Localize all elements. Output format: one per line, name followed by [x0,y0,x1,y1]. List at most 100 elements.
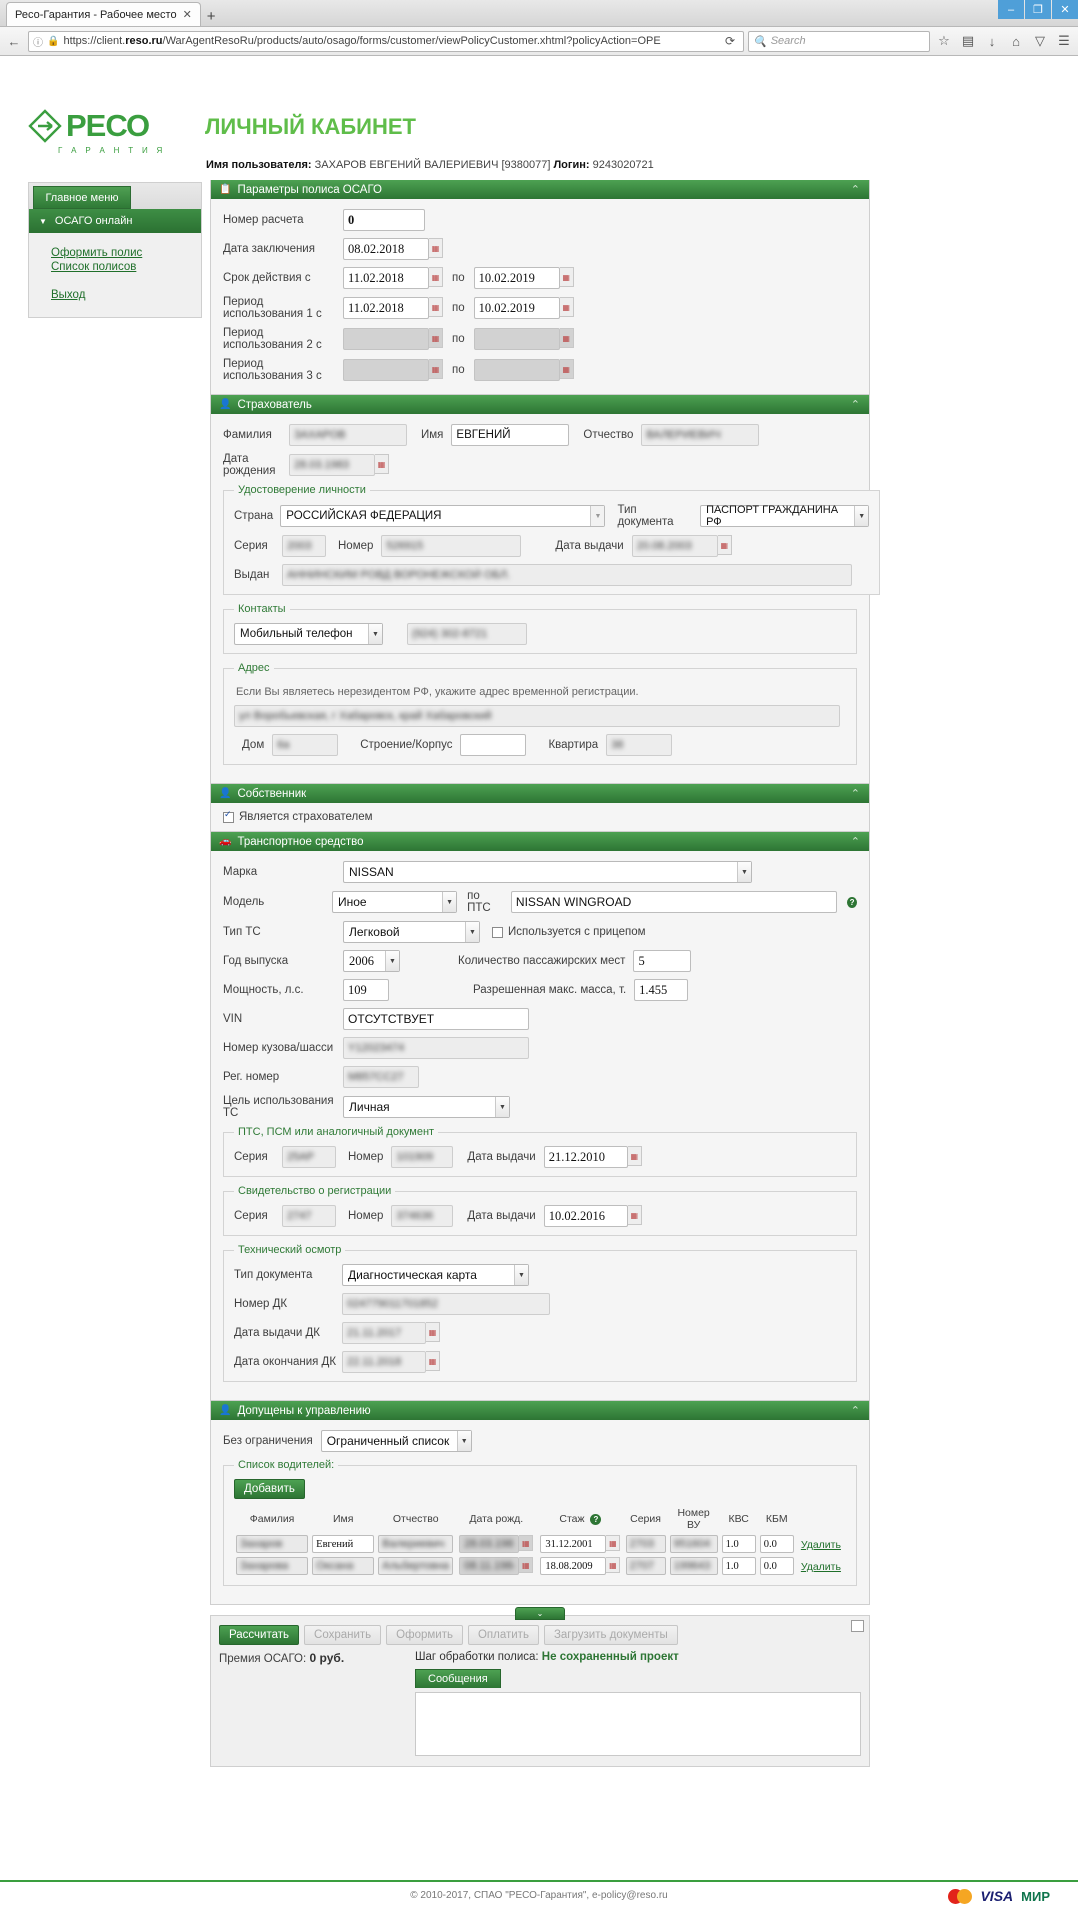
home-icon[interactable]: ⌂ [1006,31,1026,51]
reg-number-field[interactable]: М857СС27 [343,1066,419,1088]
main-menu-button[interactable]: Главное меню [33,186,131,209]
driver-patronymic-field[interactable]: Валериевич [378,1535,454,1553]
year-select[interactable]: 2006 ▼ [343,950,400,972]
close-icon[interactable]: ✕ [183,8,192,21]
messages-tab[interactable]: Сообщения [415,1669,501,1688]
browser-tab[interactable]: Ресо-Гарантия - Рабочее место ✕ [6,2,201,26]
name-field[interactable]: ЕВГЕНИЙ [451,424,570,446]
calendar-icon[interactable]: ▦ [429,267,443,287]
driver-name-field[interactable]: Оксана [312,1557,375,1575]
phone-field[interactable]: (924) 302-8721 [407,623,527,645]
building-field[interactable] [460,734,527,756]
period1-from-field[interactable]: 11.02.2018 ▦ [343,297,443,319]
reload-icon[interactable]: ⟳ [721,34,739,48]
doctype-select[interactable]: ПАСПОРТ ГРАЖДАНИНА РФ ▼ [700,504,870,528]
back-icon[interactable]: ← [4,31,24,51]
driver-birthdate-field[interactable]: 08.11.1984 ▦ [459,1557,534,1575]
minimize-icon[interactable]: – [998,0,1024,19]
passport-series-field[interactable]: 2003 [282,535,326,557]
driver-kvs-field[interactable]: 1.0 [721,1535,756,1553]
country-select[interactable]: РОССИЙСКАЯ ФЕДЕРАЦИЯ ▼ [280,505,606,527]
house-field[interactable]: 6а [272,734,339,756]
download-icon[interactable]: ↓ [982,31,1002,51]
collapse-handle[interactable]: ⌄ [515,1607,565,1620]
search-input[interactable]: 🔍 Search [748,30,930,52]
purpose-select[interactable]: Личная ▼ [343,1096,510,1118]
calendar-icon[interactable]: ▦ [429,359,443,379]
issue-button[interactable]: Оформить [386,1625,463,1645]
sidebar-link-logout[interactable]: Выход [51,289,201,301]
calendar-icon[interactable]: ▦ [429,297,443,317]
sidebar-item-osago-online[interactable]: ▼ ОСАГО онлайн [29,209,201,233]
sidebar-link-policy-list[interactable]: Список полисов [51,261,201,273]
menu-icon[interactable]: ☰ [1054,31,1074,51]
upload-documents-button[interactable]: Загрузить документы [543,1625,678,1645]
period1-to-field[interactable]: 10.02.2019 ▦ [473,297,574,319]
calc-number-field[interactable]: 0 [343,209,425,231]
calendar-icon[interactable]: ▦ [627,1146,642,1166]
calculate-button[interactable]: Рассчитать [219,1625,300,1645]
calendar-icon[interactable]: ▦ [429,238,443,258]
calendar-icon[interactable]: ▦ [429,328,443,348]
period3-from-field[interactable]: ▦ [343,359,443,381]
validity-from-field[interactable]: 11.02.2018 ▦ [343,267,443,289]
window-restore-icon[interactable] [851,1620,864,1632]
collapse-icon[interactable]: ⌃ [851,398,860,411]
calendar-icon[interactable]: ▦ [559,267,574,287]
pts-model-field[interactable]: NISSAN WINGROAD [510,891,838,913]
seats-field[interactable]: 5 [633,950,692,972]
calendar-icon[interactable]: ▦ [426,1322,440,1342]
collapse-icon[interactable]: ⌃ [851,835,860,848]
driver-experience-field[interactable]: 18.08.2009 ▦ [540,1557,621,1575]
calendar-icon[interactable]: ▦ [627,1205,642,1225]
driver-name-field[interactable]: Евгений [312,1535,375,1553]
restriction-select[interactable]: Ограниченный список ▼ [320,1430,472,1452]
collapse-icon[interactable]: ⌃ [851,787,860,800]
calendar-icon[interactable]: ▦ [519,1535,534,1551]
birthdate-field[interactable]: 28.03.1983 ▦ [289,454,389,476]
model-select[interactable]: Иное ▼ [332,891,458,913]
passport-number-field[interactable]: 526915 [381,535,522,557]
driver-kbm-field[interactable]: 0.0 [759,1535,794,1553]
driver-series-field[interactable]: 2703 [625,1535,666,1553]
period2-from-field[interactable]: ▦ [343,328,443,350]
help-icon[interactable]: ? [847,896,857,908]
page-info-icon[interactable]: ⓘ [33,34,43,49]
collapse-icon[interactable]: ⌃ [851,183,860,196]
owner-same-checkbox[interactable] [223,809,234,823]
calendar-icon[interactable]: ▦ [559,297,574,317]
dk-expire-field[interactable]: 22.11.2018 ▦ [342,1351,440,1373]
driver-birthdate-field[interactable]: 28.03.1983 ▦ [459,1535,534,1553]
calendar-icon[interactable]: ▦ [606,1557,621,1573]
pts-number-field[interactable]: 101909 [391,1146,454,1168]
panel-header-policy-params[interactable]: 📋 Параметры полиса ОСАГО ⌃ [211,180,869,199]
driver-kvs-field[interactable]: 1.0 [721,1557,756,1575]
issued-by-field[interactable]: АННИНСКИМ РОВД ВОРОНЕЖСКОЙ ОБЛ. [282,564,852,586]
panel-header-drivers[interactable]: 👤 Допущены к управлению ⌃ [211,1401,869,1420]
window-close-icon[interactable]: ✕ [1052,0,1078,19]
save-button[interactable]: Сохранить [304,1625,382,1645]
sts-number-field[interactable]: 374636 [391,1205,454,1227]
sts-series-field[interactable]: 2747 [282,1205,336,1227]
driver-series-field[interactable]: 2707 [625,1557,666,1575]
delete-driver-link[interactable]: Удалить [801,1561,841,1573]
calendar-icon[interactable]: ▦ [559,359,574,379]
dk-issue-field[interactable]: 21.11.2017 ▦ [342,1322,440,1344]
pay-button[interactable]: Оплатить [467,1625,539,1645]
calendar-icon[interactable]: ▦ [559,328,574,348]
help-icon[interactable]: ? [590,1513,602,1525]
calendar-icon[interactable]: ▦ [519,1557,534,1573]
vehicle-type-select[interactable]: Легковой ▼ [343,921,480,943]
driver-license-field[interactable]: 951604 [669,1535,718,1553]
flat-field[interactable]: 38 [606,734,673,756]
pts-date-field[interactable]: 21.12.2010 ▦ [543,1146,642,1168]
driver-license-field[interactable]: 199643 [669,1557,718,1575]
panel-header-vehicle[interactable]: 🚗 Транспортное средство ⌃ [211,832,869,851]
calendar-icon[interactable]: ▦ [426,1351,440,1371]
calendar-icon[interactable]: ▦ [606,1535,621,1551]
address-field[interactable]: ул Воробьевская, г Хабаровск, край Хабар… [234,705,840,727]
contact-type-select[interactable]: Мобильный телефон ▼ [234,623,383,645]
driver-kbm-field[interactable]: 0.0 [759,1557,794,1575]
collapse-icon[interactable]: ⌃ [851,1404,860,1417]
sts-date-field[interactable]: 10.02.2016 ▦ [543,1205,642,1227]
